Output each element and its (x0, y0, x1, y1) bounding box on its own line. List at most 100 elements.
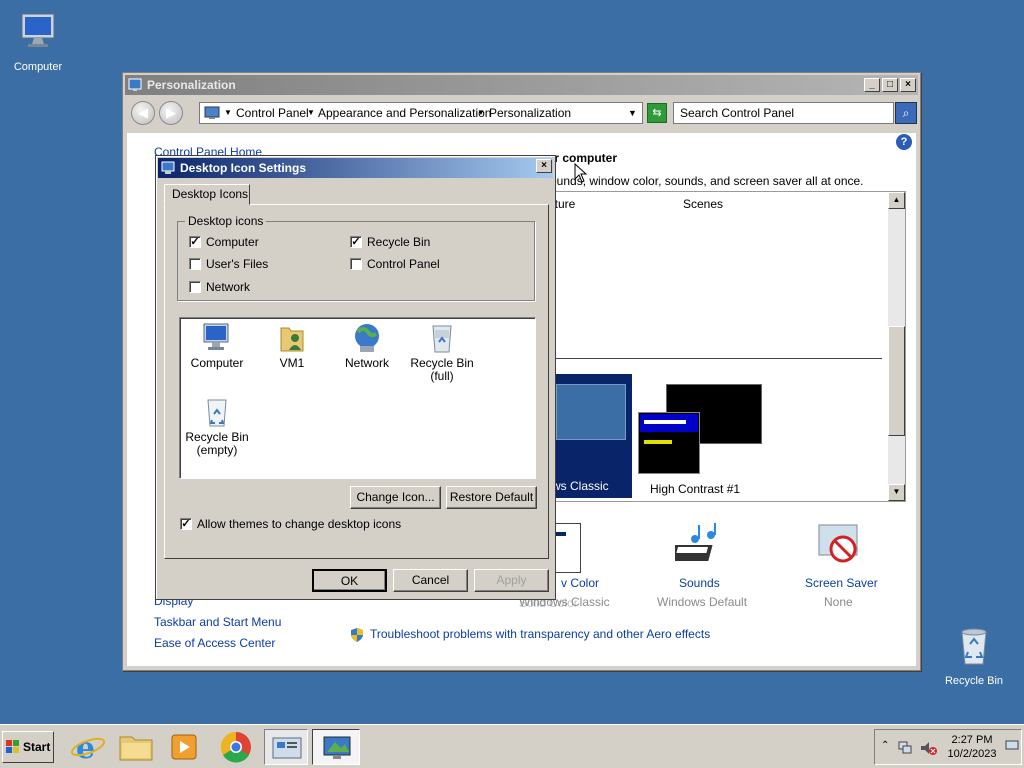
start-button[interactable]: Start (2, 731, 54, 763)
minimize-button[interactable]: _ (864, 78, 880, 92)
page-subheading: ounds, window color, sounds, and screen … (550, 174, 864, 188)
address-bar[interactable]: ▼ Control Panel ▼ Appearance and Persona… (199, 102, 643, 124)
close-button[interactable]: × (900, 78, 916, 92)
tab-panel: Desktop icons ✓ Computer ✓ Recycle Bin U… (164, 204, 549, 559)
clock[interactable]: 2:27 PM 10/2/2023 (943, 733, 1001, 761)
scrollbar[interactable]: ▲ ▼ (888, 192, 905, 501)
checkbox-label: Network (206, 280, 251, 294)
checkbox-label: Computer (206, 235, 259, 249)
computer-icon (21, 13, 55, 47)
internet-explorer-icon[interactable]: e (68, 729, 108, 765)
checkbox-label: Recycle Bin (367, 235, 431, 249)
screen-saver-link[interactable]: Screen Saver (805, 576, 878, 590)
icon-item-computer[interactable]: Computer (177, 322, 257, 370)
media-player-icon[interactable] (164, 729, 204, 765)
allow-themes-checkbox[interactable]: ✓ (180, 518, 192, 530)
sidebar-link-ease[interactable]: Ease of Access Center (154, 636, 275, 650)
ok-button[interactable]: OK (312, 569, 387, 592)
scroll-down-icon[interactable]: ▼ (888, 484, 905, 501)
window-titlebar[interactable]: Personalization _ □ × (125, 75, 918, 95)
window-color-link[interactable]: v Color (561, 576, 599, 590)
theme-list[interactable]: ature Scenes ws Classic High Contrast #1… (548, 191, 906, 502)
icon-item-recycle-full[interactable]: Recycle Bin (full) (402, 322, 482, 383)
address-dropdown-icon[interactable]: ▼ (628, 103, 637, 123)
user-folder-icon (280, 327, 304, 352)
window-color-icon[interactable] (553, 523, 581, 573)
troubleshoot-link[interactable]: Troubleshoot problems with transparency … (370, 627, 710, 641)
chrome-icon[interactable] (216, 729, 256, 765)
shield-icon (351, 628, 363, 642)
dialog-close-button[interactable]: × (536, 159, 552, 173)
sidebar-link-taskbar[interactable]: Taskbar and Start Menu (154, 615, 281, 629)
computer-icon (203, 323, 229, 350)
show-desktop-icon[interactable] (1005, 740, 1019, 752)
chevron-right-icon: ▼ (477, 108, 485, 117)
theme-high-contrast[interactable]: High Contrast #1 (636, 374, 776, 498)
control-panel-icon (204, 106, 220, 119)
forward-button[interactable]: ▶ (159, 101, 183, 125)
checkbox-computer[interactable]: ✓ (189, 236, 201, 248)
clock-time: 2:27 PM (951, 734, 993, 746)
icon-item-vm1[interactable]: VM1 (252, 322, 332, 370)
icon-label: (empty) (196, 443, 238, 457)
sounds-link[interactable]: Sounds (679, 576, 720, 590)
breadcrumb-control-panel[interactable]: Control Panel (236, 103, 309, 123)
divider (552, 358, 882, 359)
icon-label: Computer (190, 356, 244, 370)
window-title: Personalization (147, 78, 236, 92)
breadcrumb-appearance[interactable]: Appearance and Personalization (318, 103, 491, 123)
dialog-titlebar[interactable]: Desktop Icon Settings (158, 158, 553, 178)
icon-item-recycle-empty[interactable]: Recycle Bin (empty) (177, 396, 257, 457)
change-icon-button[interactable]: Change Icon... (350, 486, 441, 509)
chevron-right-icon: ▼ (224, 108, 232, 117)
checkbox-label: User's Files (206, 257, 269, 271)
sounds-sub: Windows Default (657, 595, 748, 609)
chevron-right-icon: ▼ (307, 108, 315, 117)
maximize-button[interactable]: □ (882, 78, 898, 92)
apply-button[interactable]: Apply (474, 569, 549, 592)
checkbox-network[interactable] (189, 281, 201, 293)
theme-windows-classic[interactable]: ws Classic (552, 374, 632, 498)
system-tray: ⌃ 2:27 PM 10/2/2023 (874, 729, 1022, 765)
search-input[interactable]: Search Control Panel (673, 102, 894, 124)
personalization-icon (128, 78, 142, 91)
refresh-icon[interactable]: ⇆ (647, 103, 667, 123)
desktop-icon-computer[interactable]: Computer (0, 10, 78, 73)
theme-label: High Contrast #1 (650, 482, 741, 496)
screen-saver-sub: None (824, 595, 853, 609)
volume-muted-icon[interactable] (919, 740, 937, 756)
taskbar-item-control-panel[interactable] (264, 729, 308, 765)
checkbox-users-files[interactable] (189, 258, 201, 270)
network-tray-icon[interactable] (897, 740, 913, 756)
desktop-icon-recycle-bin[interactable]: Recycle Bin (934, 624, 1014, 687)
back-button[interactable]: ◀ (131, 101, 155, 125)
restore-default-button[interactable]: Restore Default (446, 486, 537, 509)
icon-item-network[interactable]: Network (327, 322, 407, 370)
taskbar: Start e ⌃ 2:27 PM 10/2/2023 (0, 724, 1024, 768)
desktop-icon-label: Recycle Bin (944, 675, 1004, 687)
help-icon[interactable]: ? (896, 134, 912, 150)
start-label: Start (23, 740, 51, 754)
search-icon[interactable]: ⌕ (895, 102, 917, 124)
file-explorer-icon[interactable] (116, 729, 156, 765)
windows-logo-icon (6, 740, 19, 753)
scroll-thumb[interactable] (888, 326, 905, 436)
recycle-bin-icon (961, 628, 987, 665)
theme-group-header: Scenes (683, 197, 724, 211)
taskbar-item-personalization[interactable] (312, 729, 360, 765)
tab-desktop-icons[interactable]: Desktop Icons (164, 184, 250, 205)
cancel-button[interactable]: Cancel (393, 569, 468, 592)
show-hidden-icons-icon[interactable]: ⌃ (881, 740, 889, 751)
control-panel-icon (272, 737, 302, 759)
icon-list[interactable]: Computer VM1 Network Recycle Bin (full) … (179, 317, 536, 479)
breadcrumb-personalization[interactable]: Personalization (489, 103, 571, 123)
screen-saver-icon[interactable] (815, 521, 865, 569)
sounds-icon[interactable] (675, 521, 727, 569)
checkbox-recycle-bin[interactable]: ✓ (350, 236, 362, 248)
scroll-up-icon[interactable]: ▲ (888, 192, 905, 209)
icon-label: (full) (430, 369, 454, 383)
clock-date: 10/2/2023 (947, 748, 997, 760)
checkbox-control-panel[interactable] (350, 258, 362, 270)
mouse-cursor-icon (574, 163, 588, 183)
checkbox-label: Control Panel (367, 257, 440, 271)
